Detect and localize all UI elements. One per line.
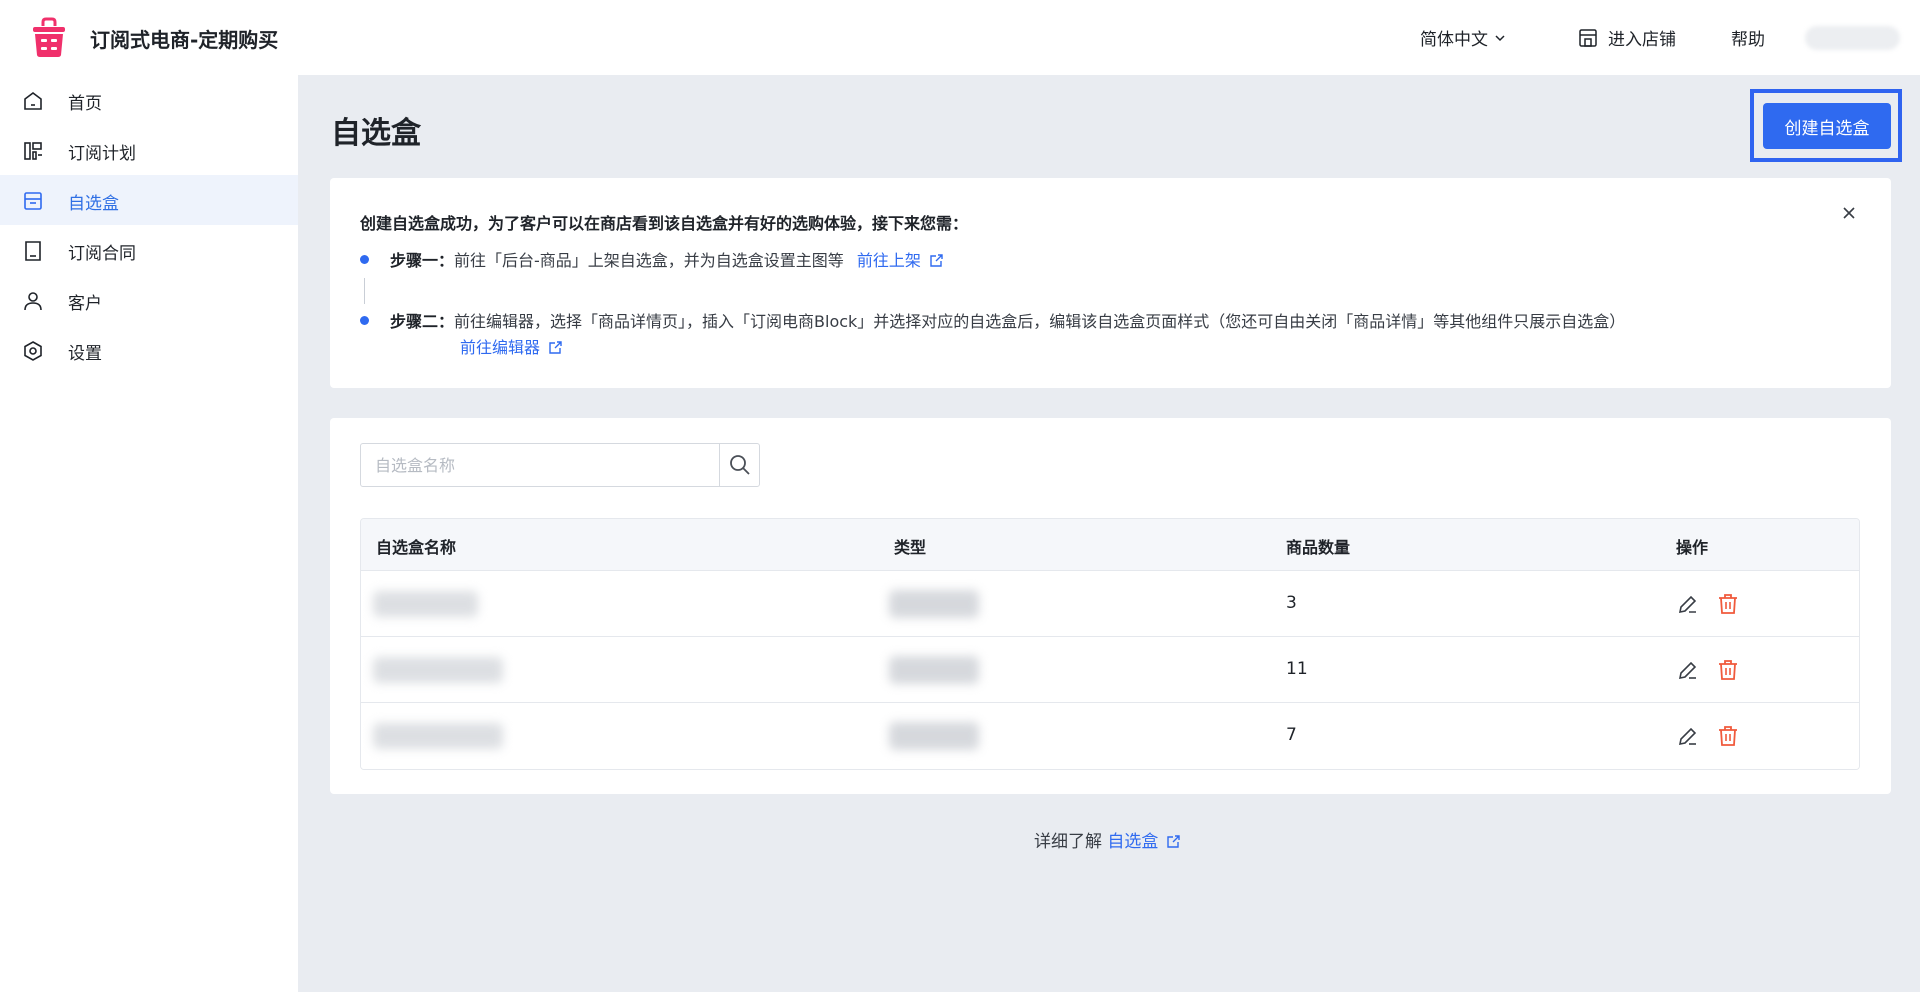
language-label: 简体中文 — [1420, 30, 1488, 50]
learn-more-prefix: 详细了解 — [1034, 832, 1102, 852]
enter-store-label: 进入店铺 — [1608, 30, 1676, 50]
step-two-prefix: 步骤二： — [390, 312, 455, 331]
edit-icon[interactable] — [1676, 724, 1700, 748]
user-avatar[interactable] — [1805, 26, 1900, 50]
store-icon — [1579, 28, 1597, 47]
row-name-redacted — [373, 591, 478, 617]
sidebar-item-subscription-plans[interactable]: 订阅计划 — [0, 125, 298, 175]
learn-more-link[interactable]: 自选盒 — [1107, 832, 1181, 852]
document-icon — [25, 241, 41, 261]
external-link-icon — [1167, 835, 1181, 848]
table-row: 7 — [361, 703, 1859, 769]
step-one-text: 前往「后台-商品」上架自选盒，并为自选盒设置主图等 — [454, 251, 844, 270]
step-one: 步骤一：前往「后台-商品」上架自选盒，并为自选盒设置主图等 前往上架 — [390, 247, 944, 271]
go-list-link[interactable]: 前往上架 — [857, 251, 944, 270]
external-link-icon — [549, 341, 562, 354]
notice-title: 创建自选盒成功，为了客户可以在商店看到该自选盒并有好的选购体验，接下来您需： — [360, 214, 969, 233]
home-icon — [24, 92, 42, 110]
chevron-down-icon — [1495, 34, 1505, 41]
basket-logo-icon[interactable] — [29, 17, 69, 59]
sidebar-item-customers[interactable]: 客户 — [0, 275, 298, 325]
sidebar-item-settings[interactable]: 设置 — [0, 325, 298, 375]
search-input[interactable] — [361, 444, 719, 486]
top-header: 订阅式电商-定期购买 简体中文 进入店铺 帮助 — [0, 0, 1920, 75]
go-editor-label: 前往编辑器 — [460, 338, 541, 357]
step-bullet — [360, 255, 369, 264]
row-type-redacted — [889, 656, 979, 684]
page-title: 自选盒 — [331, 116, 421, 151]
enter-store-link[interactable]: 进入店铺 — [1578, 25, 1676, 50]
create-custom-box-button[interactable]: 创建自选盒 — [1763, 103, 1891, 149]
search-box — [360, 443, 760, 487]
step-two: 步骤二：前往编辑器，选择「商品详情页」，插入「订阅电商Block」并选择对应的自… — [390, 308, 1625, 332]
edit-icon[interactable] — [1676, 592, 1700, 616]
sidebar-item-label: 客户 — [68, 294, 102, 314]
search-icon — [729, 455, 750, 475]
go-editor-link[interactable]: 前往编辑器 — [460, 334, 563, 358]
table-header: 自选盒名称 类型 商品数量 操作 — [361, 519, 1859, 571]
learn-more: 详细了解 自选盒 — [1034, 827, 1181, 852]
step-connector — [364, 278, 365, 304]
row-name-redacted — [373, 723, 503, 749]
table-row: 3 — [361, 571, 1859, 637]
delete-icon[interactable] — [1716, 592, 1740, 616]
column-header-actions: 操作 — [1676, 538, 1709, 557]
user-icon — [24, 292, 42, 311]
sidebar-item-custom-box[interactable]: 自选盒 — [0, 175, 298, 225]
custom-box-table: 自选盒名称 类型 商品数量 操作 3 11 7 — [360, 518, 1860, 770]
row-name-redacted — [373, 657, 503, 683]
delete-icon[interactable] — [1716, 724, 1740, 748]
row-count: 11 — [1286, 659, 1308, 679]
row-type-redacted — [889, 722, 979, 750]
close-icon[interactable] — [1842, 206, 1856, 220]
column-header-count: 商品数量 — [1286, 538, 1351, 557]
step-bullet — [360, 316, 369, 325]
step-one-prefix: 步骤一： — [390, 251, 455, 270]
table-row: 11 — [361, 637, 1859, 703]
help-link[interactable]: 帮助 — [1731, 25, 1765, 50]
box-icon — [24, 192, 42, 210]
layout-icon — [24, 142, 42, 160]
learn-more-link-label: 自选盒 — [1107, 832, 1159, 852]
sidebar-item-label: 订阅合同 — [68, 244, 136, 264]
sidebar-item-label: 设置 — [68, 344, 102, 364]
sidebar-item-label: 订阅计划 — [68, 144, 136, 164]
search-button[interactable] — [719, 444, 759, 486]
edit-icon[interactable] — [1676, 658, 1700, 682]
success-notice: 创建自选盒成功，为了客户可以在商店看到该自选盒并有好的选购体验，接下来您需： 步… — [330, 178, 1891, 388]
app-title: 订阅式电商-定期购买 — [90, 28, 279, 52]
external-link-icon — [930, 254, 943, 267]
custom-box-list: 自选盒名称 类型 商品数量 操作 3 11 — [330, 418, 1891, 794]
row-count: 3 — [1286, 593, 1297, 613]
column-header-type: 类型 — [894, 538, 927, 557]
language-selector[interactable]: 简体中文 — [1420, 25, 1506, 50]
sidebar-item-contracts[interactable]: 订阅合同 — [0, 225, 298, 275]
sidebar-item-label: 首页 — [68, 94, 102, 114]
row-count: 7 — [1286, 725, 1297, 745]
row-type-redacted — [889, 590, 979, 618]
sidebar: 首页 订阅计划 自选盒 订阅合同 客户 设置 — [0, 75, 298, 992]
settings-hexagon-icon — [24, 341, 42, 361]
sidebar-item-home[interactable]: 首页 — [0, 75, 298, 125]
go-list-label: 前往上架 — [856, 251, 921, 270]
column-header-name: 自选盒名称 — [376, 538, 457, 557]
sidebar-item-label: 自选盒 — [68, 194, 119, 214]
delete-icon[interactable] — [1716, 658, 1740, 682]
step-two-text: 前往编辑器，选择「商品详情页」，插入「订阅电商Block」并选择对应的自选盒后，… — [454, 312, 1626, 331]
